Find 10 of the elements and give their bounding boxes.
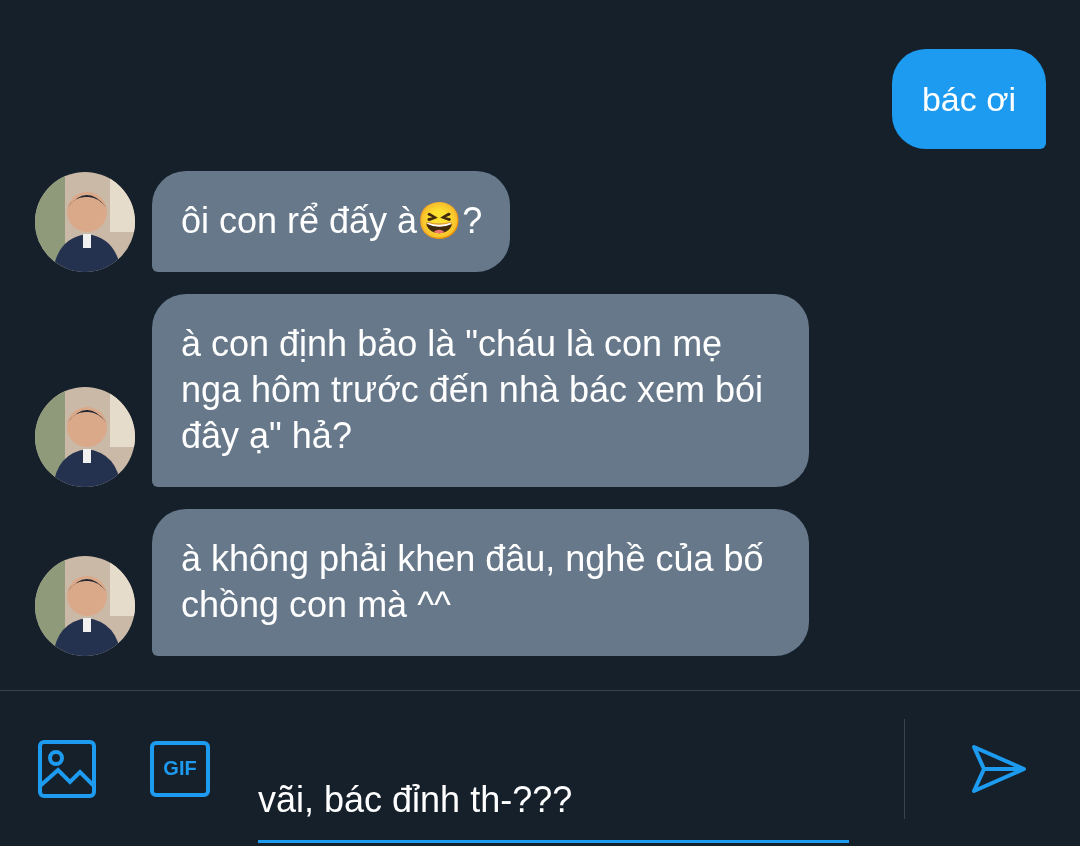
send-icon [971, 743, 1027, 794]
received-message: ôi con rể đấy à😆? [152, 171, 511, 272]
image-button[interactable] [38, 739, 96, 798]
send-button[interactable] [971, 743, 1027, 794]
message-input[interactable]: vãi, bác đỉnh th-??? [258, 760, 849, 843]
sent-message: bác ơi [891, 49, 1046, 149]
gif-button[interactable]: GIF [150, 740, 210, 797]
received-message: à con định bảo là "cháu là con mẹ nga hôm trước đến nhà bác xem bói đây ạ" hả? [152, 294, 809, 487]
received-message: à không phải khen đâu, nghề của bố chồng con mà ^^ [152, 509, 809, 656]
image-icon [38, 739, 96, 798]
